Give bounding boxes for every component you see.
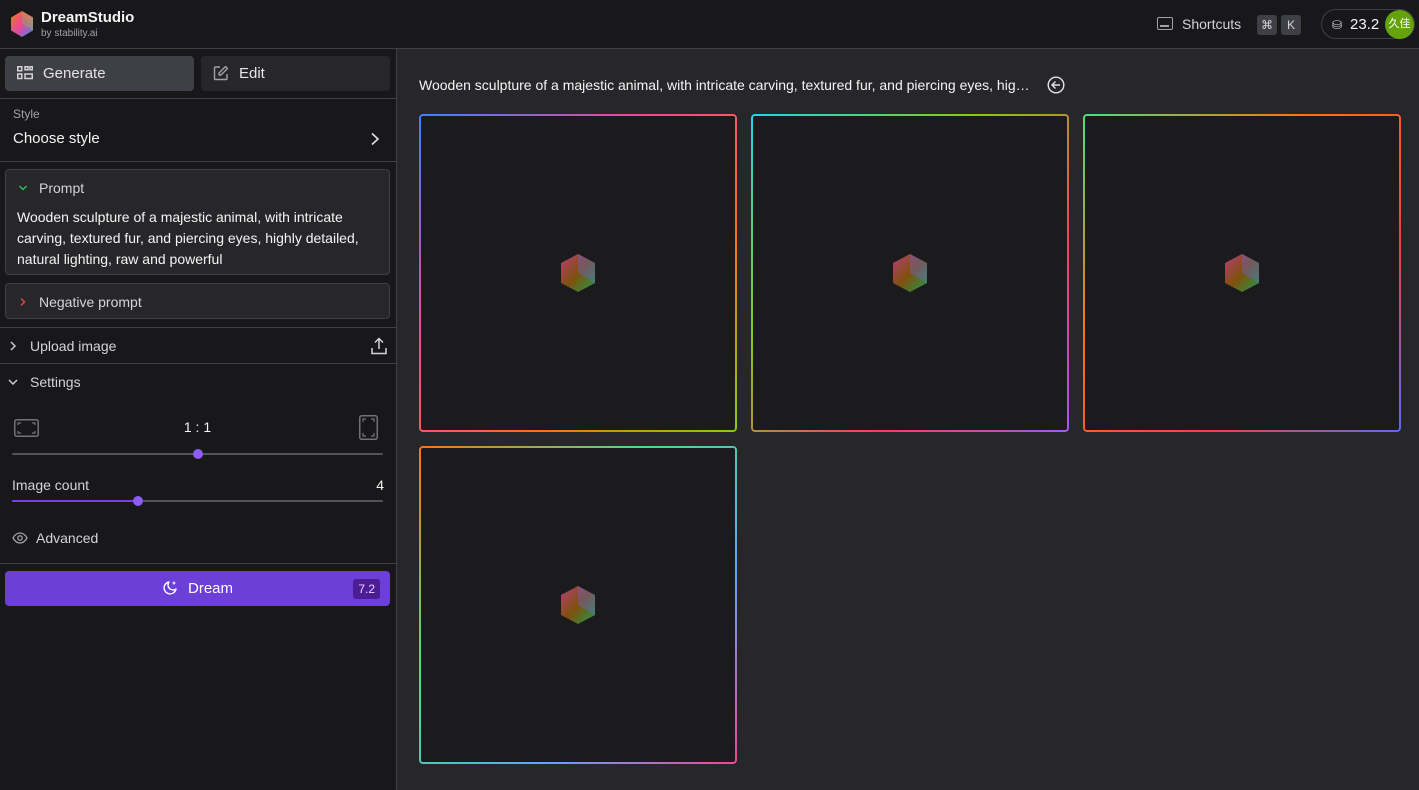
dream-button-label: Dream — [188, 580, 234, 597]
pencil-square-icon — [213, 65, 229, 81]
cmd-key-badge: ⌘ — [1257, 15, 1277, 35]
image-tile[interactable] — [419, 114, 737, 432]
chevron-right-icon[interactable] — [8, 341, 18, 351]
k-key-badge: K — [1281, 15, 1301, 35]
prompt-panel: Prompt Wooden sculpture of a majestic an… — [5, 169, 390, 275]
landscape-ratio-icon[interactable] — [14, 419, 39, 437]
shortcuts-button[interactable]: Shortcuts — [1182, 16, 1241, 32]
style-value[interactable]: Choose style — [13, 130, 100, 147]
image-tile[interactable] — [1083, 114, 1401, 432]
divider — [0, 98, 397, 99]
prompt-input[interactable]: Wooden sculpture of a majestic animal, w… — [17, 207, 383, 270]
image-count-slider[interactable] — [12, 496, 383, 506]
loading-hexagon-icon — [561, 254, 595, 292]
image-tile[interactable] — [751, 114, 1069, 432]
prompt-label[interactable]: Prompt — [39, 180, 84, 196]
tab-edit[interactable]: Edit — [201, 56, 390, 91]
image-count-slider-thumb[interactable] — [133, 496, 144, 506]
divider — [0, 327, 397, 328]
results-area: Wooden sculpture of a majestic animal, w… — [398, 49, 1419, 790]
keyboard-icon[interactable] — [1157, 17, 1173, 30]
divider — [0, 161, 397, 162]
top-bar: DreamStudio by stability.ai Shortcuts ⌘ … — [0, 0, 1419, 49]
advanced-toggle[interactable]: Advanced — [36, 530, 98, 546]
sidebar: Generate Edit Style Choose style Prompt … — [0, 49, 397, 790]
arrow-left-circle-icon[interactable] — [1047, 76, 1065, 94]
loading-hexagon-icon — [893, 254, 927, 292]
aspect-ratio-slider[interactable] — [12, 449, 383, 459]
divider — [0, 563, 397, 564]
loading-hexagon-icon — [561, 586, 595, 624]
dream-cost-badge: 7.2 — [353, 579, 380, 599]
chevron-down-icon[interactable] — [18, 183, 28, 193]
brand-subtitle: by stability.ai — [41, 28, 98, 39]
avatar[interactable]: 久佳 — [1385, 10, 1414, 39]
credits-balance: 23.2 — [1350, 16, 1380, 33]
aspect-ratio-slider-thumb[interactable] — [192, 449, 203, 459]
coins-icon: ⛁ — [1332, 18, 1343, 32]
grid-icon — [17, 66, 33, 80]
divider — [0, 363, 397, 364]
image-tile[interactable] — [419, 446, 737, 764]
aspect-ratio-value: 1 : 1 — [183, 419, 212, 435]
upload-icon[interactable] — [371, 337, 387, 355]
eye-icon[interactable] — [12, 532, 28, 544]
tab-generate[interactable]: Generate — [5, 56, 194, 91]
dreamstudio-logo-icon[interactable] — [8, 10, 36, 38]
credits-button[interactable]: ⛁ 23.2 久佳 — [1321, 9, 1415, 39]
negative-prompt-panel[interactable]: Negative prompt — [5, 283, 390, 319]
result-prompt-title: Wooden sculpture of a majestic animal, w… — [419, 77, 1031, 93]
moon-stars-icon — [163, 581, 177, 595]
portrait-ratio-icon[interactable] — [359, 415, 378, 440]
tab-generate-label: Generate — [43, 65, 106, 82]
chevron-down-icon[interactable] — [8, 377, 18, 387]
style-label: Style — [13, 107, 40, 121]
negative-prompt-label[interactable]: Negative prompt — [39, 294, 142, 310]
brand-name: DreamStudio — [41, 9, 135, 26]
tab-edit-label: Edit — [239, 65, 265, 82]
loading-hexagon-icon — [1225, 254, 1259, 292]
chevron-right-icon[interactable] — [18, 297, 28, 307]
upload-image-toggle[interactable]: Upload image — [30, 338, 116, 354]
image-count-value: 4 — [376, 477, 384, 493]
dream-button[interactable]: Dream 7.2 — [5, 571, 390, 606]
chevron-right-icon[interactable] — [370, 132, 380, 146]
image-count-label: Image count — [12, 477, 90, 493]
image-count-slider-fill — [12, 500, 139, 502]
settings-toggle[interactable]: Settings — [30, 374, 81, 390]
